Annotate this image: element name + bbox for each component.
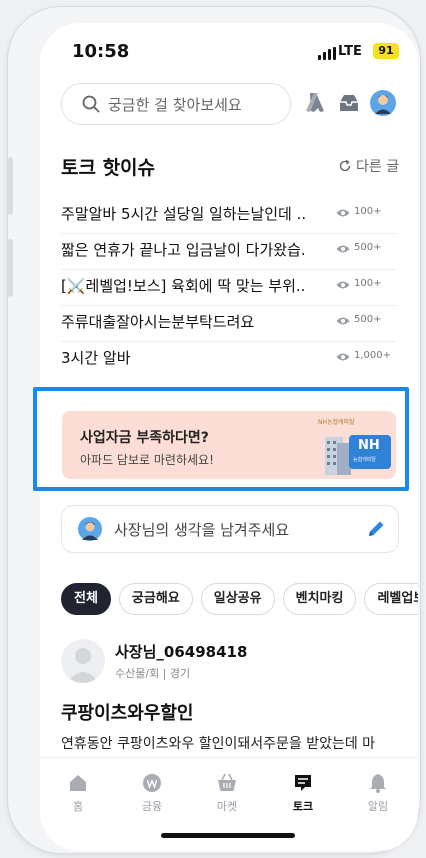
status-time: 10:58: [72, 41, 130, 62]
tab-label: 마켓: [216, 800, 238, 813]
inbox-icon[interactable]: [336, 90, 362, 116]
search-bar[interactable]: 궁금한 걸 찾아보세요: [61, 83, 291, 125]
hot-issue-title: 주류대출잘아시는분부탁드려요: [61, 313, 255, 331]
post-title[interactable]: 쿠팡이츠와우할인: [61, 699, 193, 725]
home-indicator: [161, 833, 295, 838]
tab-talk[interactable]: 토크: [273, 772, 333, 814]
refresh-button[interactable]: 다른 글: [338, 156, 399, 176]
hot-issue-item[interactable]: [⚔️레벨업!보스] 육회에 딱 맞는 부위... 100+: [61, 269, 397, 306]
hot-issue-item[interactable]: 짧은 연휴가 끝나고 입금날이 다가왔습... 500+: [61, 233, 397, 270]
ribbon-icon[interactable]: [302, 90, 328, 116]
hot-issues-title: 토크 핫이슈: [61, 157, 156, 179]
search-placeholder: 궁금한 걸 찾아보세요: [108, 96, 242, 114]
view-count: 500+: [354, 314, 382, 325]
phone-frame: 10:58 LTE 91 궁금한 걸 찾아보세요 토크 핫이슈 다른 글 주말알…: [7, 6, 421, 854]
signal-icon: [318, 47, 336, 60]
eye-icon: [336, 245, 350, 253]
hot-issue-title: 3시간 알바: [61, 349, 131, 367]
won-coin-icon: [143, 774, 161, 792]
chip-levelup-boss[interactable]: 레벨업보스: [364, 583, 418, 615]
view-count: 500+: [354, 242, 382, 253]
post-username[interactable]: 사장님_06498418: [115, 641, 247, 662]
bell-icon: [370, 774, 386, 793]
tab-home[interactable]: 홈: [48, 772, 108, 814]
chip-daily[interactable]: 일상공유: [200, 583, 275, 615]
post-body[interactable]: 연휴동안 쿠팡이츠와우 할인이돼서주문을 받았는데 마: [61, 733, 401, 753]
hot-issue-item[interactable]: 주말알바 5시간 설당일 일하는날인데 ... 100+: [61, 197, 397, 234]
chip-curious[interactable]: 궁금해요: [118, 583, 193, 615]
eye-icon: [336, 353, 350, 361]
tab-notifications[interactable]: 알림: [348, 772, 408, 814]
status-bar: 10:58 LTE 91: [40, 41, 418, 71]
tab-label: 토크: [292, 800, 314, 813]
default-user-icon: [67, 648, 99, 683]
hot-issue-item[interactable]: 주류대출잘아시는분부탁드려요 500+: [61, 305, 397, 342]
basket-icon: [218, 773, 236, 791]
view-count: 1,000+: [354, 350, 392, 361]
tab-finance[interactable]: 금융: [122, 772, 182, 814]
user-avatar-icon: [78, 517, 102, 541]
hot-issue-title: [⚔️레벨업!보스] 육회에 딱 맞는 부위...: [61, 277, 307, 295]
tab-market[interactable]: 마켓: [197, 772, 257, 814]
view-count: 100+: [354, 278, 382, 289]
hot-issue-item[interactable]: 3시간 알바 1,000+: [61, 341, 397, 377]
eye-icon: [336, 209, 350, 217]
compose-post-field[interactable]: 사장님의 생각을 남겨주세요: [61, 505, 399, 553]
post-author-avatar[interactable]: [61, 639, 105, 683]
chip-benchmarking[interactable]: 벤치마킹: [282, 583, 357, 615]
pencil-icon[interactable]: [365, 518, 387, 540]
chip-all[interactable]: 전체: [61, 583, 111, 615]
chat-icon: [295, 775, 311, 791]
tab-label: 홈: [72, 800, 84, 813]
eye-icon: [336, 281, 350, 289]
refresh-icon: [339, 159, 351, 172]
phone-side-button: [8, 239, 13, 297]
eye-icon: [336, 317, 350, 325]
post-meta: 수산물/회 | 경기: [115, 667, 191, 680]
refresh-label: 다른 글: [356, 159, 400, 175]
view-count: 100+: [354, 206, 382, 217]
ad-highlight-outline: [33, 387, 409, 491]
battery-badge: 91: [373, 43, 399, 59]
tab-label: 알림: [367, 800, 389, 813]
tab-label: 금융: [141, 800, 163, 813]
phone-side-button: [8, 157, 13, 215]
filter-chips: 전체 궁금해요 일상공유 벤치마킹 레벨업보스: [61, 583, 418, 615]
hot-issue-title: 주말알바 5시간 설당일 일하는날인데 ...: [61, 205, 307, 223]
profile-avatar-icon[interactable]: [370, 90, 396, 116]
network-label: LTE: [338, 44, 362, 59]
hot-issue-title: 짧은 연휴가 끝나고 입금날이 다가왔습...: [61, 241, 307, 259]
home-icon: [70, 775, 86, 791]
search-icon: [82, 95, 100, 113]
compose-placeholder: 사장님의 생각을 남겨주세요: [114, 521, 290, 539]
